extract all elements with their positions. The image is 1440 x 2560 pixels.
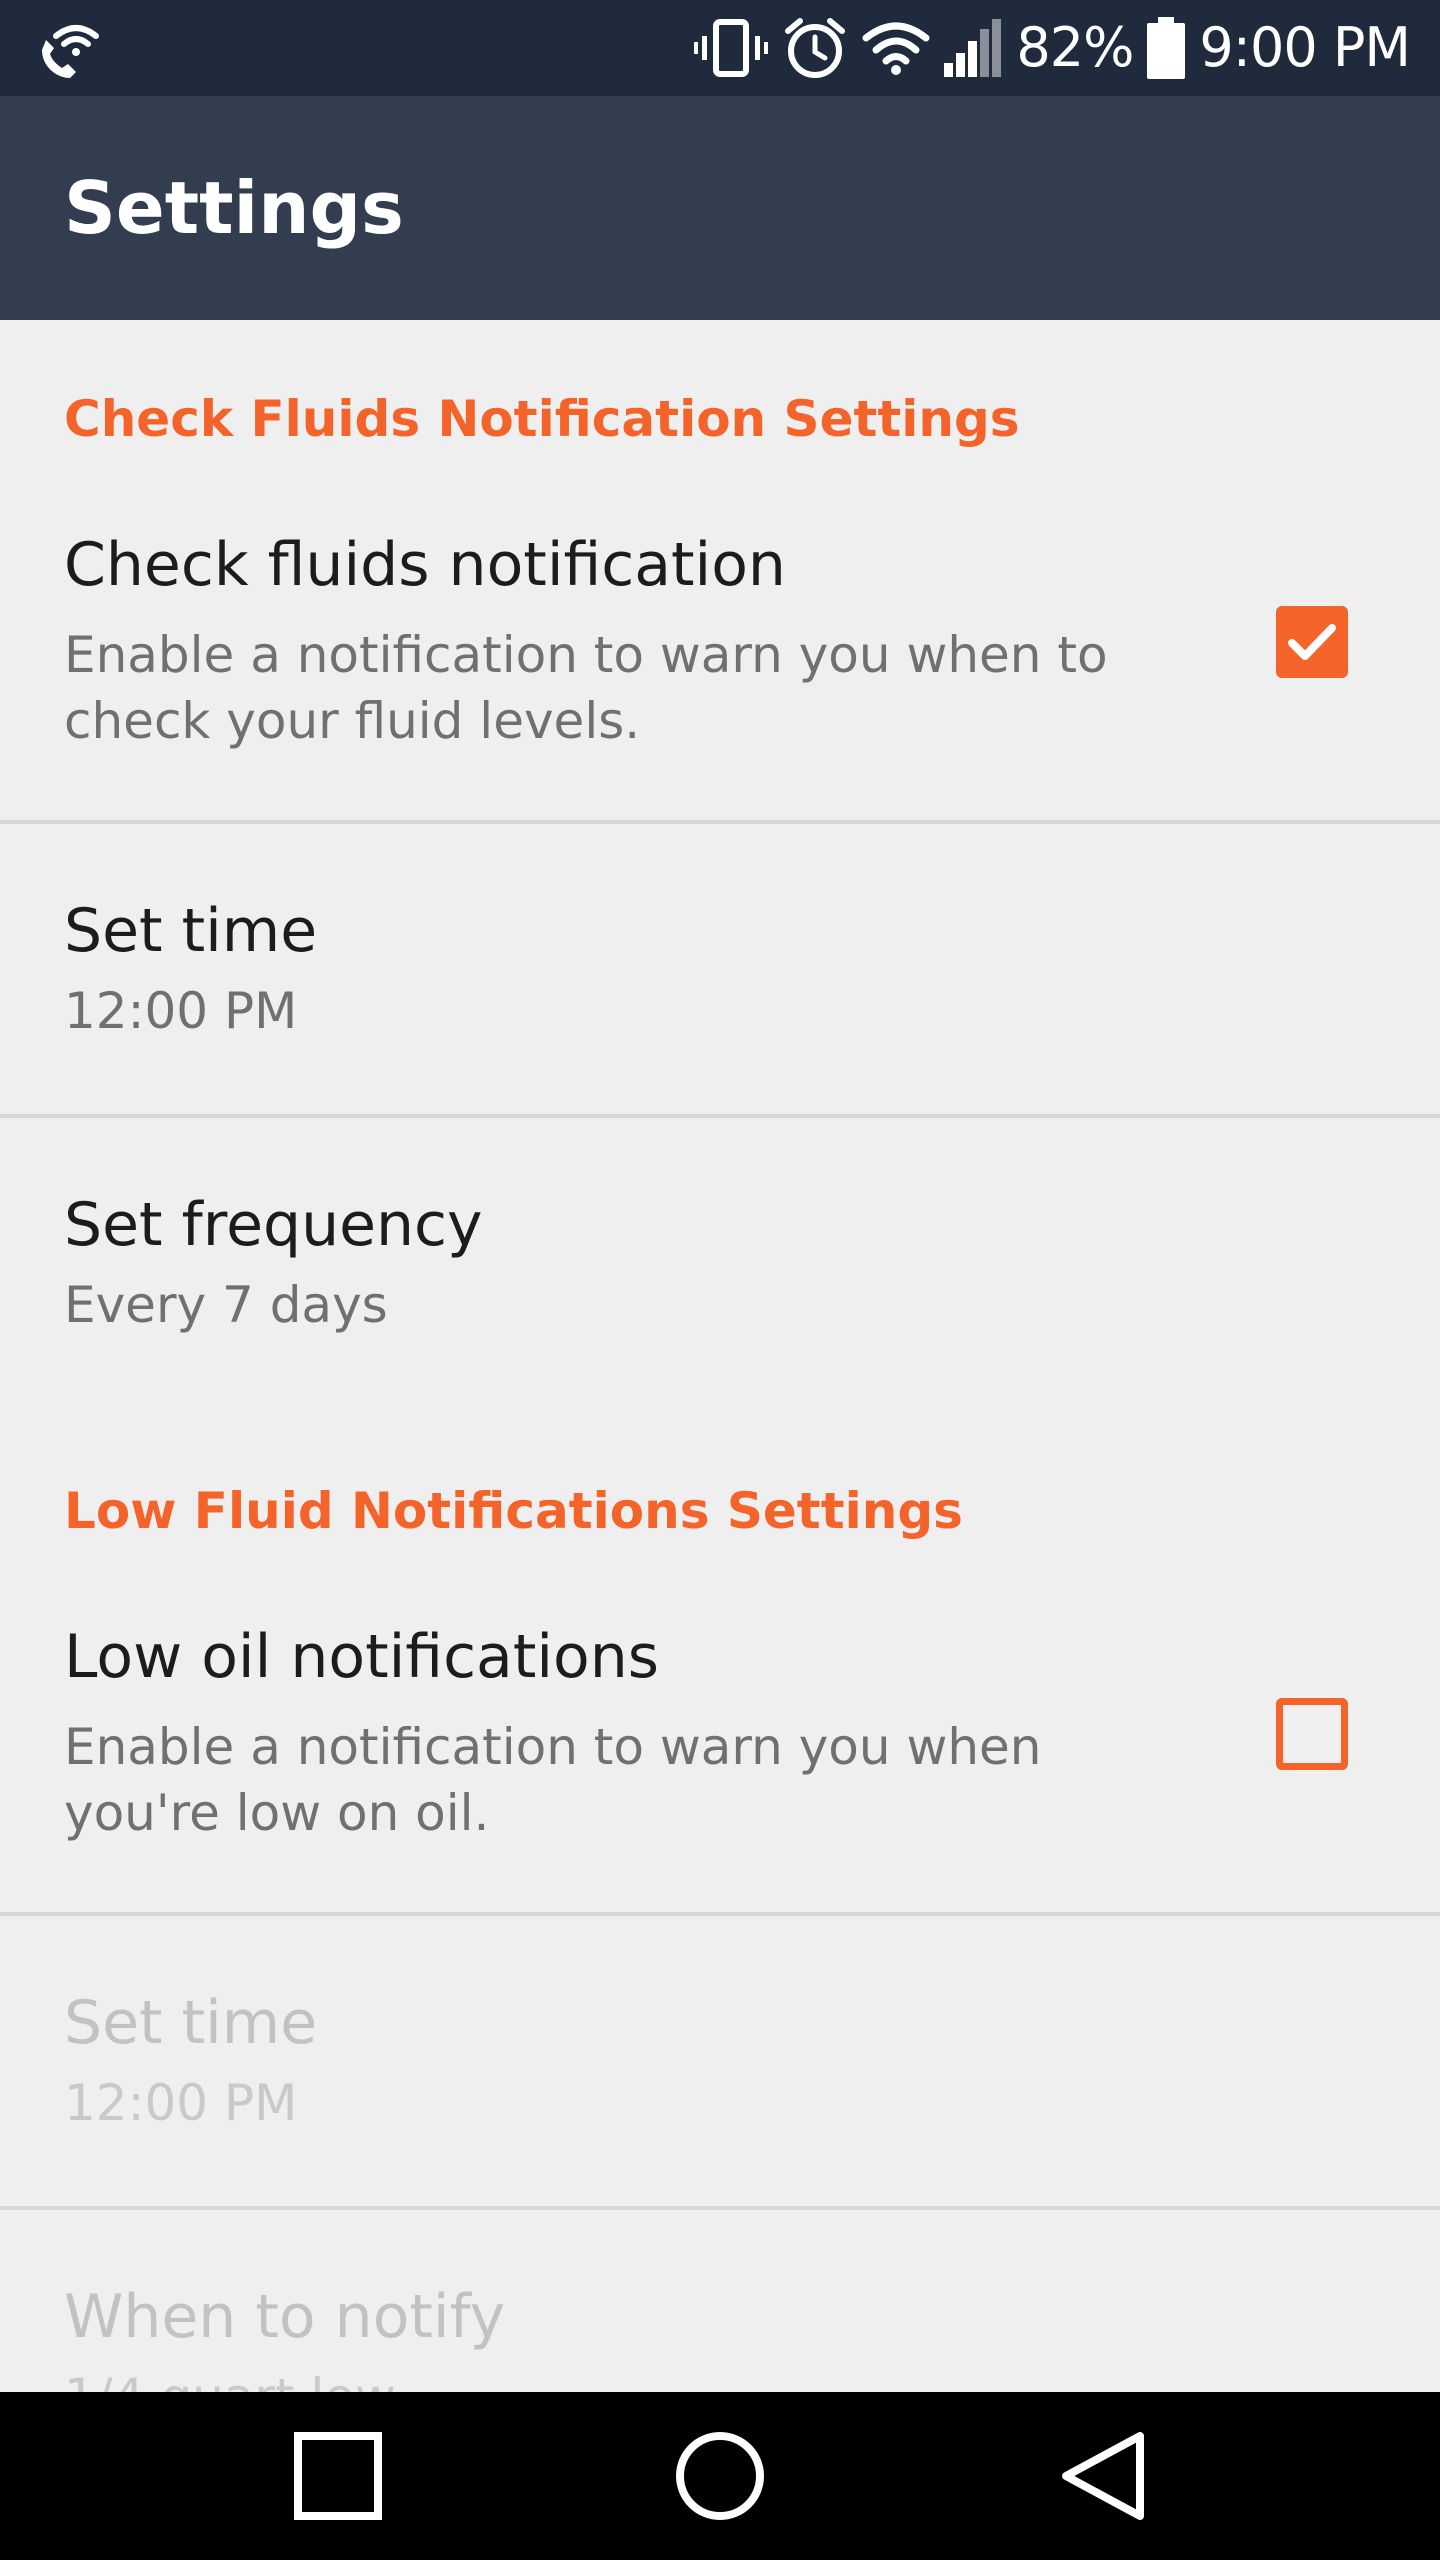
pref-summary: Enable a notification to warn you when t… xyxy=(64,626,1108,750)
clock: 9:00 PM xyxy=(1199,16,1411,79)
wifi-icon xyxy=(862,20,930,76)
pref-title: Set time xyxy=(64,896,318,966)
pref-summary: 12:00 PM xyxy=(64,2074,298,2132)
pref-low-oil-set-time: Set time 12:00 PM xyxy=(0,1916,1440,2206)
check-fluids-checkbox[interactable] xyxy=(1276,606,1348,678)
signal-icon xyxy=(944,19,1002,77)
pref-summary: Every 7 days xyxy=(64,1276,388,1334)
wifi-calling-icon xyxy=(36,14,108,82)
pref-title: When to notify xyxy=(64,2282,506,2352)
alarm-icon xyxy=(782,15,848,81)
app-bar: Settings xyxy=(0,96,1440,320)
pref-title: Check fluids notification xyxy=(64,530,786,600)
pref-title: Low oil notifications xyxy=(64,1622,660,1692)
pref-check-fluids-notification[interactable]: Check fluids notification Enable a notif… xyxy=(0,500,1440,820)
section-header-check-fluids: Check Fluids Notification Settings xyxy=(64,390,1020,448)
section-header-low-fluid: Low Fluid Notifications Settings xyxy=(64,1482,963,1540)
recents-icon[interactable] xyxy=(288,2426,388,2526)
navigation-bar xyxy=(0,2392,1440,2560)
pref-summary: 1/4 quart low xyxy=(64,2364,1174,2392)
battery-percent: 82% xyxy=(1016,16,1134,79)
pref-low-oil-notifications[interactable]: Low oil notifications Enable a notificat… xyxy=(0,1592,1440,1912)
back-icon[interactable] xyxy=(1052,2426,1152,2526)
low-oil-checkbox[interactable] xyxy=(1276,1698,1348,1770)
status-bar: 82% 9:00 PM xyxy=(0,0,1440,96)
pref-set-time[interactable]: Set time 12:00 PM xyxy=(0,824,1440,1114)
pref-when-to-notify: When to notify 1/4 quart low xyxy=(0,2210,1440,2392)
checkmark-icon xyxy=(1288,624,1336,660)
page-title: Settings xyxy=(64,166,404,250)
home-icon[interactable] xyxy=(670,2426,770,2526)
pref-summary: Enable a notification to warn you when y… xyxy=(64,1718,1042,1842)
pref-set-frequency[interactable]: Set frequency Every 7 days xyxy=(0,1118,1440,1408)
pref-title: Set time xyxy=(64,1988,318,2058)
battery-icon xyxy=(1147,17,1186,79)
pref-title: Set frequency xyxy=(64,1190,483,1260)
settings-list[interactable]: Check Fluids Notification Settings Check… xyxy=(0,320,1440,2392)
vibrate-icon xyxy=(694,18,769,78)
pref-summary: 12:00 PM xyxy=(64,982,298,1040)
